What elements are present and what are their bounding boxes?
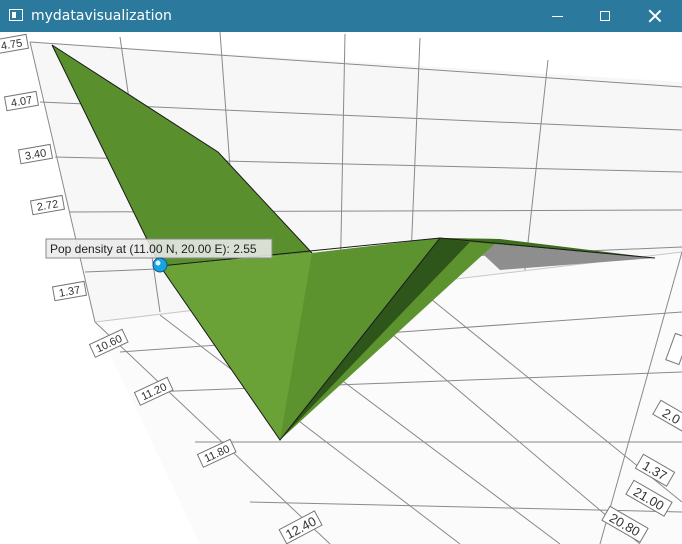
surface-plot-area[interactable]: 4.75 4.07 3.40 2.72 1.37 10.60 11.20 11.… — [0, 32, 682, 544]
maximize-icon — [600, 11, 610, 21]
maximize-button[interactable] — [582, 0, 628, 32]
minimize-button[interactable] — [534, 0, 580, 32]
y-tick-label: 4.07 — [10, 94, 33, 110]
y-tick-label: 3.40 — [24, 147, 47, 163]
selected-point[interactable] — [152, 257, 168, 273]
close-icon — [648, 9, 662, 23]
window-titlebar[interactable]: mydatavisualization — [0, 0, 682, 32]
tooltip-text: Pop density at (11.00 N, 20.00 E): 2.55 — [50, 242, 257, 256]
y-tick-label: 1.37 — [58, 284, 81, 300]
close-button[interactable] — [632, 0, 678, 32]
y-tick-label: 4.75 — [0, 37, 23, 53]
y-tick-label: 2.72 — [36, 198, 59, 214]
selection-tooltip: Pop density at (11.00 N, 20.00 E): 2.55 — [45, 238, 273, 259]
window-app-icon — [9, 9, 23, 21]
minimize-icon — [551, 15, 563, 17]
surface-plot[interactable]: 4.75 4.07 3.40 2.72 1.37 10.60 11.20 11.… — [0, 32, 682, 544]
window-title: mydatavisualization — [31, 8, 172, 24]
